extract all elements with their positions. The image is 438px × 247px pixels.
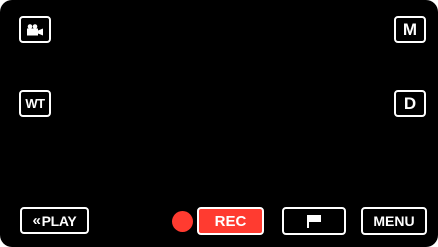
record-button[interactable]: REC: [197, 207, 264, 235]
camera-mode-button[interactable]: [19, 16, 51, 43]
flag-button[interactable]: [282, 207, 346, 235]
display-d-button[interactable]: D: [394, 90, 426, 117]
display-d-label: D: [403, 93, 417, 113]
menu-label: MENU: [373, 213, 415, 229]
menu-button[interactable]: MENU: [361, 207, 427, 235]
mode-m-label: M: [402, 19, 418, 39]
record-label: REC: [214, 212, 247, 230]
zoom-wt-button[interactable]: WT: [19, 90, 51, 117]
mode-m-button[interactable]: M: [394, 16, 426, 43]
camera-touch-screen: WT M D « PLAY REC MENU: [0, 0, 438, 247]
movie-camera-icon: [27, 23, 43, 35]
record-indicator-dot: [172, 211, 193, 232]
double-chevron-left-icon: «: [32, 212, 41, 229]
playback-button[interactable]: « PLAY: [20, 207, 89, 234]
flag-icon: [307, 215, 321, 228]
playback-label: PLAY: [41, 212, 77, 229]
zoom-wt-label: WT: [25, 96, 45, 111]
